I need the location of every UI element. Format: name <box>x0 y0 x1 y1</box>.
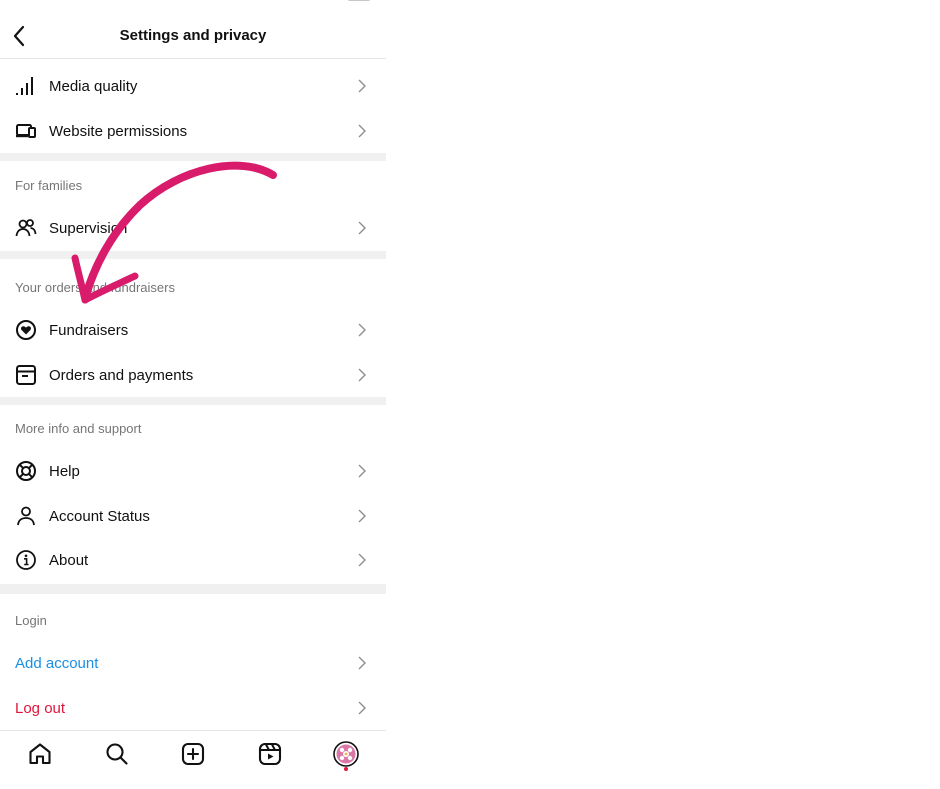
tab-home[interactable] <box>27 741 53 767</box>
settings-screen: Settings and privacy Media quality Websi… <box>0 0 386 788</box>
section-divider <box>0 584 386 594</box>
lifebuoy-icon <box>15 460 37 482</box>
add-account-row[interactable]: Add account <box>0 641 386 685</box>
about-label: About <box>49 551 89 569</box>
section-header-more-info: More info and support <box>15 421 142 436</box>
chevron-right-icon <box>358 221 366 235</box>
supervision-row[interactable]: Supervision <box>0 206 386 250</box>
section-header-for-families: For families <box>15 178 83 193</box>
help-row[interactable]: Help <box>0 449 386 493</box>
account-status-row[interactable]: Account Status <box>0 494 386 538</box>
section-header-orders-fundraisers: Your orders and fundraisers <box>15 280 175 295</box>
notification-dot <box>344 767 348 771</box>
tab-create[interactable] <box>180 741 206 767</box>
heart-coin-icon <box>15 319 37 341</box>
log-out-label: Log out <box>15 699 66 717</box>
avatar <box>333 741 359 767</box>
section-divider <box>0 397 386 405</box>
page-title: Settings and privacy <box>119 27 267 44</box>
section-divider <box>0 153 386 161</box>
orders-payments-label: Orders and payments <box>49 366 194 384</box>
signal-bars-icon <box>15 75 37 97</box>
reels-icon <box>258 742 282 766</box>
chevron-right-icon <box>358 553 366 567</box>
info-icon <box>15 549 37 571</box>
fundraisers-label: Fundraisers <box>49 321 129 339</box>
help-label: Help <box>49 462 80 480</box>
section-header-login: Login <box>15 613 47 628</box>
chevron-right-icon <box>358 124 366 138</box>
status-indicator <box>348 0 370 1</box>
box-icon <box>15 364 37 386</box>
chevron-right-icon <box>358 323 366 337</box>
chevron-right-icon <box>358 701 366 715</box>
tab-reels[interactable] <box>257 741 283 767</box>
search-icon <box>106 743 128 765</box>
about-row[interactable]: About <box>0 538 386 582</box>
website-permissions-row[interactable]: Website permissions <box>0 109 386 153</box>
bottom-tab-bar <box>0 730 386 789</box>
media-quality-row[interactable]: Media quality <box>0 64 386 108</box>
people-icon <box>15 217 37 239</box>
tab-profile[interactable] <box>333 741 359 767</box>
chevron-right-icon <box>358 368 366 382</box>
top-bar: Settings and privacy <box>0 0 386 59</box>
website-permissions-label: Website permissions <box>49 122 188 140</box>
media-quality-label: Media quality <box>49 77 138 95</box>
chevron-right-icon <box>358 509 366 523</box>
orders-payments-row[interactable]: Orders and payments <box>0 353 386 397</box>
tab-search[interactable] <box>104 741 130 767</box>
section-divider <box>0 251 386 259</box>
person-icon <box>15 505 37 527</box>
add-account-label: Add account <box>15 654 99 672</box>
devices-icon <box>15 120 37 142</box>
chevron-right-icon <box>358 464 366 478</box>
log-out-row[interactable]: Log out <box>0 686 386 730</box>
account-status-label: Account Status <box>49 507 150 525</box>
chevron-right-icon <box>358 79 366 93</box>
supervision-label: Supervision <box>49 219 128 237</box>
home-icon <box>29 743 51 765</box>
plus-square-icon <box>181 742 205 766</box>
chevron-right-icon <box>358 656 366 670</box>
fundraisers-row[interactable]: Fundraisers <box>0 308 386 352</box>
